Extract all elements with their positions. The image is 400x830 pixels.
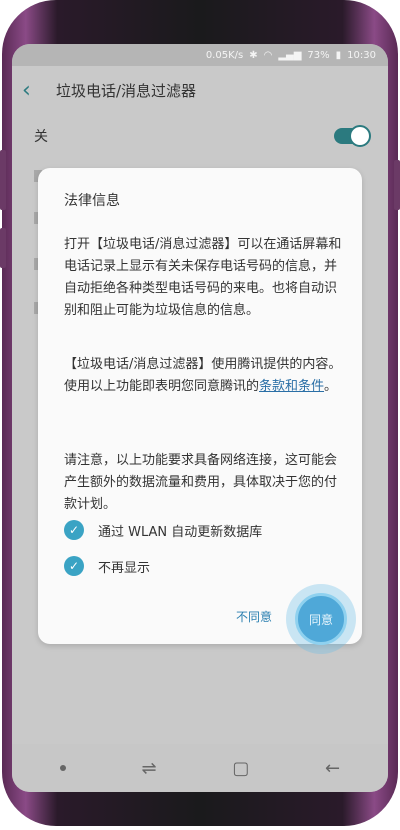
- volume-button: [0, 150, 6, 210]
- app-header: ‹ 垃圾电话/消息过滤器: [12, 66, 388, 114]
- home-icon[interactable]: ▢: [232, 758, 249, 779]
- dialog-title: 法律信息: [64, 193, 120, 209]
- navigation-bar: ⇌ ▢ ←: [12, 744, 388, 792]
- bixby-button: [0, 228, 6, 268]
- disagree-button[interactable]: 不同意: [236, 608, 272, 625]
- terms-period: 。: [324, 379, 338, 394]
- clock: 10:30: [347, 49, 376, 61]
- terms-link[interactable]: 条款和条件: [259, 379, 324, 394]
- status-bar: 0.05K/s ✱ ◠ ▂▄▆ 73% ▮ 10:30: [12, 44, 388, 66]
- wlan-update-checkbox-row[interactable]: ✓ 通过 WLAN 自动更新数据库: [64, 520, 262, 540]
- battery-icon: ▮: [335, 49, 342, 61]
- bluetooth-icon: ✱: [249, 49, 258, 61]
- recent-apps-icon[interactable]: ⇌: [142, 758, 157, 779]
- nav-dot-icon[interactable]: [59, 765, 66, 771]
- legal-info-dialog: 法律信息 打开【垃圾电话/消息过滤器】可以在通话屏幕和电话记录上显示有关未保存电…: [38, 168, 362, 654]
- power-button: [394, 160, 400, 210]
- battery-level: 73%: [307, 49, 330, 61]
- checkmark-icon[interactable]: ✓: [64, 520, 84, 540]
- back-icon[interactable]: ←: [325, 758, 340, 779]
- tap-indicator[interactable]: 同意: [286, 584, 356, 654]
- do-not-show-checkbox-row[interactable]: ✓ 不再显示: [64, 556, 150, 576]
- master-toggle[interactable]: [334, 125, 371, 147]
- agree-button[interactable]: 同意: [295, 593, 347, 645]
- dialog-paragraph-terms: 【垃圾电话/消息过滤器】使用腾讯提供的内容。使用以上功能即表明您同意腾讯的条款和…: [64, 354, 346, 398]
- signal-icon: ▂▄▆: [278, 49, 302, 61]
- page-title: 垃圾电话/消息过滤器: [56, 81, 197, 100]
- screen: 0.05K/s ✱ ◠ ▂▄▆ 73% ▮ 10:30 ‹ 垃圾电话/消息过滤器…: [12, 44, 388, 792]
- checkmark-icon[interactable]: ✓: [64, 556, 84, 576]
- wifi-icon: ◠: [263, 49, 273, 61]
- dialog-paragraph-intro: 打开【垃圾电话/消息过滤器】可以在通话屏幕和电话记录上显示有关未保存电话号码的信…: [64, 237, 342, 318]
- master-switch-label: 关: [34, 129, 48, 145]
- network-speed: 0.05K/s: [205, 49, 244, 61]
- dialog-paragraph-network: 请注意，以上功能要求具备网络连接，这可能会产生额外的数据流量和费用，具体取决于您…: [64, 453, 338, 512]
- wlan-update-label: 通过 WLAN 自动更新数据库: [98, 524, 263, 540]
- do-not-show-label: 不再显示: [98, 560, 151, 576]
- back-arrow-icon[interactable]: ‹: [22, 78, 56, 103]
- master-switch-row[interactable]: 关: [12, 116, 388, 156]
